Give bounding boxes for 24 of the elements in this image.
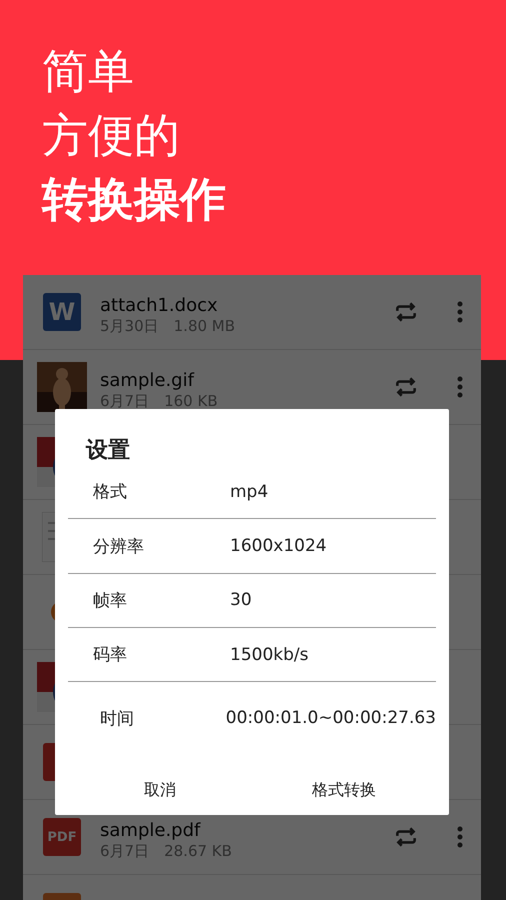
field-label: 格式 [92, 481, 128, 504]
pdf-icon: PDF [43, 818, 81, 856]
field-value[interactable]: 1500kb/s [230, 644, 308, 665]
headline: 转换操作 [42, 172, 226, 226]
more-icon [457, 376, 463, 398]
cancel-button[interactable]: 取消 [68, 766, 252, 816]
field-label: 分辨率 [92, 536, 145, 558]
field-label: 码率 [92, 644, 128, 666]
file-name: attach1.docx [100, 294, 218, 316]
file-name: sample.gif [100, 370, 194, 390]
field-value[interactable]: 30 [230, 590, 252, 610]
field-value[interactable]: mp4 [230, 482, 268, 502]
field-label: 时间 [99, 708, 135, 730]
field-value[interactable]: 1600x1024 [230, 536, 327, 556]
more-icon [457, 301, 463, 323]
headline: 简单 [42, 44, 134, 98]
file-name: sample.pdf [100, 820, 200, 840]
convert-format-button[interactable]: 格式转换 [252, 766, 436, 816]
field-label: 帧率 [92, 590, 128, 612]
dialog-title: 设置 [86, 437, 130, 465]
more-icon [457, 826, 463, 848]
document-icon: W [43, 293, 81, 331]
field-value[interactable]: 00:00:01.0~00:00:27.63 [226, 708, 436, 728]
headline: 方便的 [42, 108, 180, 162]
